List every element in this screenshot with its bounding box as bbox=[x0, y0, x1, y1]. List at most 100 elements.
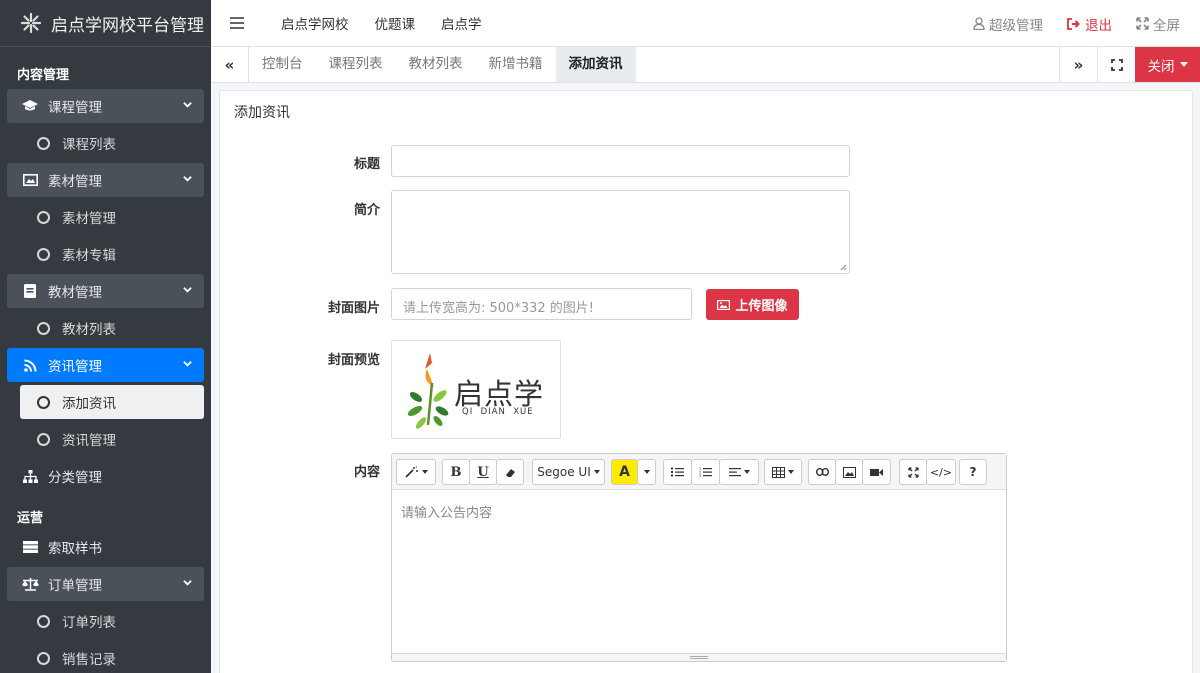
tabs-scroll-right-icon[interactable]: » bbox=[1059, 47, 1097, 82]
top-nav-link-youtike[interactable]: 优题课 bbox=[362, 13, 429, 33]
sidebar-subitem-material-album[interactable]: 素材专辑 bbox=[20, 237, 204, 271]
sitemap-icon bbox=[21, 469, 39, 483]
tab-add-news[interactable]: 添加资讯 bbox=[555, 47, 636, 82]
top-navbar: 启点学网校 优题课 启点学 超级管理 退出 全屏 bbox=[211, 0, 1200, 47]
fullscreen-button[interactable]: 全屏 bbox=[1136, 14, 1180, 34]
user-menu[interactable]: 超级管理 bbox=[973, 14, 1043, 34]
sidebar-item-course[interactable]: 课程管理 bbox=[7, 89, 204, 123]
sidebar-subitem-add-news[interactable]: 添加资讯 bbox=[20, 385, 204, 419]
resize-handle-icon[interactable] bbox=[840, 264, 847, 271]
tab-dashboard[interactable]: 控制台 bbox=[249, 47, 316, 82]
image-icon bbox=[717, 299, 731, 310]
menu-toggle-icon[interactable] bbox=[230, 17, 244, 29]
sidebar-item-order[interactable]: 订单管理 bbox=[7, 567, 204, 601]
circle-icon bbox=[37, 247, 50, 261]
user-name: 超级管理 bbox=[989, 17, 1043, 34]
font-family-select[interactable]: Segoe UI bbox=[532, 459, 605, 485]
link-icon bbox=[815, 468, 829, 476]
sidebar-subitem-material-manage[interactable]: 素材管理 bbox=[20, 200, 204, 234]
code-view-button[interactable]: </> bbox=[926, 459, 956, 485]
insert-video-button[interactable] bbox=[862, 459, 891, 485]
tabs-scroll-left-icon[interactable]: « bbox=[211, 47, 249, 82]
circle-icon bbox=[37, 210, 50, 224]
sidebar-item-sample[interactable]: 索取样书 bbox=[7, 530, 204, 564]
sidebar-subitem-textbook-list[interactable]: 教材列表 bbox=[20, 311, 204, 345]
editor-resize-bar[interactable] bbox=[392, 653, 1006, 661]
sidebar-item-textbook[interactable]: 教材管理 bbox=[7, 274, 204, 308]
brand-title: 启点学网校平台管理 bbox=[51, 15, 204, 36]
tabs-bar: « 控制台 课程列表 教材列表 新增书籍 添加资讯 » 关闭 bbox=[211, 47, 1200, 83]
brand[interactable]: 启点学网校平台管理 bbox=[0, 0, 211, 47]
clear-format-button[interactable] bbox=[496, 459, 524, 485]
tab-fullscreen-icon[interactable] bbox=[1097, 47, 1135, 82]
tab-textbook-list[interactable]: 教材列表 bbox=[396, 47, 476, 82]
sidebar-subitem-order-list[interactable]: 订单列表 bbox=[20, 604, 204, 638]
align-left-icon bbox=[728, 468, 741, 477]
sidebar-subitem-label: 素材专辑 bbox=[62, 248, 116, 264]
circle-icon bbox=[37, 432, 50, 446]
top-nav-link-qidianxue[interactable]: 启点学 bbox=[428, 13, 495, 33]
table-button[interactable] bbox=[764, 459, 802, 485]
cover-image-placeholder: 请上传宽高为: 500*332 的图片! bbox=[403, 301, 594, 316]
logout-button[interactable]: 退出 bbox=[1067, 14, 1112, 34]
sidebar-item-news[interactable]: 资讯管理 bbox=[7, 348, 204, 382]
add-news-card: 添加资讯 标题 简介 封面图片 请上传宽高为: 500*332 的图片! 上传图… bbox=[219, 90, 1193, 673]
tab-course-list[interactable]: 课程列表 bbox=[316, 47, 396, 82]
title-input[interactable] bbox=[391, 145, 850, 177]
sidebar-subitem-course-list[interactable]: 课程列表 bbox=[20, 126, 204, 160]
magic-wand-icon bbox=[404, 466, 418, 478]
chevron-down-icon bbox=[183, 176, 192, 182]
editor-content-area[interactable]: 请输入公告内容 bbox=[392, 490, 1006, 653]
logout-label: 退出 bbox=[1085, 17, 1112, 34]
editor-fullscreen-button[interactable] bbox=[899, 459, 927, 485]
table-icon bbox=[772, 466, 785, 478]
upload-image-label: 上传图像 bbox=[735, 299, 788, 314]
circle-icon bbox=[37, 614, 50, 628]
underline-button[interactable]: U bbox=[469, 459, 497, 485]
tab-add-book[interactable]: 新增书籍 bbox=[476, 47, 556, 82]
insert-link-button[interactable] bbox=[808, 459, 836, 485]
sidebar-subitem-sales-record[interactable]: 销售记录 bbox=[20, 641, 204, 673]
close-tabs-dropdown[interactable]: 关闭 bbox=[1135, 47, 1200, 82]
highlight-color-button[interactable]: A bbox=[611, 459, 638, 485]
top-nav-link-qidianxue-school[interactable]: 启点学网校 bbox=[268, 13, 362, 33]
bold-button[interactable]: B bbox=[442, 459, 470, 485]
intro-textarea[interactable] bbox=[391, 190, 850, 274]
upload-image-button[interactable]: 上传图像 bbox=[706, 289, 799, 320]
sidebar-subitem-news-manage[interactable]: 资讯管理 bbox=[20, 422, 204, 456]
sign-out-icon bbox=[1067, 17, 1081, 30]
rich-text-editor: B U Segoe UI A 123 </> ? 请输入公告内容 bbox=[391, 453, 1007, 662]
insert-picture-button[interactable] bbox=[835, 459, 863, 485]
highlight-color-dropdown[interactable] bbox=[637, 459, 656, 485]
cover-preview-label: 封面预览 bbox=[327, 353, 380, 368]
style-magic-button[interactable] bbox=[396, 459, 436, 485]
cover-preview-image: 启点学 QI DIAN XUE bbox=[391, 340, 561, 439]
ordered-list-button[interactable]: 123 bbox=[691, 459, 720, 485]
video-icon bbox=[870, 468, 883, 476]
circle-icon bbox=[37, 321, 50, 335]
sidebar-item-label: 分类管理 bbox=[48, 470, 102, 486]
balance-scale-icon bbox=[21, 577, 39, 591]
image-icon bbox=[21, 174, 39, 186]
unordered-list-button[interactable] bbox=[663, 459, 692, 485]
editor-toolbar: B U Segoe UI A 123 </> ? bbox=[392, 454, 1006, 490]
circle-icon bbox=[37, 651, 50, 665]
picture-icon bbox=[842, 466, 856, 478]
paragraph-align-button[interactable] bbox=[719, 459, 759, 485]
svg-text:3: 3 bbox=[699, 474, 701, 477]
sidebar-subitem-label: 教材列表 bbox=[62, 322, 116, 338]
sidebar-item-material[interactable]: 素材管理 bbox=[7, 163, 204, 197]
sidebar-subitem-label: 资讯管理 bbox=[62, 433, 116, 449]
sidebar-subitem-label: 订单列表 bbox=[62, 615, 116, 631]
server-icon bbox=[21, 541, 39, 553]
help-button[interactable]: ? bbox=[959, 459, 987, 485]
cover-image-input[interactable]: 请上传宽高为: 500*332 的图片! bbox=[391, 288, 692, 320]
page-tabs: 控制台 课程列表 教材列表 新增书籍 添加资讯 bbox=[249, 47, 636, 82]
chevron-down-icon bbox=[183, 361, 192, 367]
sidebar-item-label: 素材管理 bbox=[48, 174, 102, 190]
cover-image-label: 封面图片 bbox=[327, 301, 380, 316]
list-ol-icon: 123 bbox=[699, 467, 712, 477]
sidebar-item-category[interactable]: 分类管理 bbox=[7, 459, 204, 493]
book-icon bbox=[21, 284, 39, 298]
caret-down-icon bbox=[1179, 62, 1188, 67]
